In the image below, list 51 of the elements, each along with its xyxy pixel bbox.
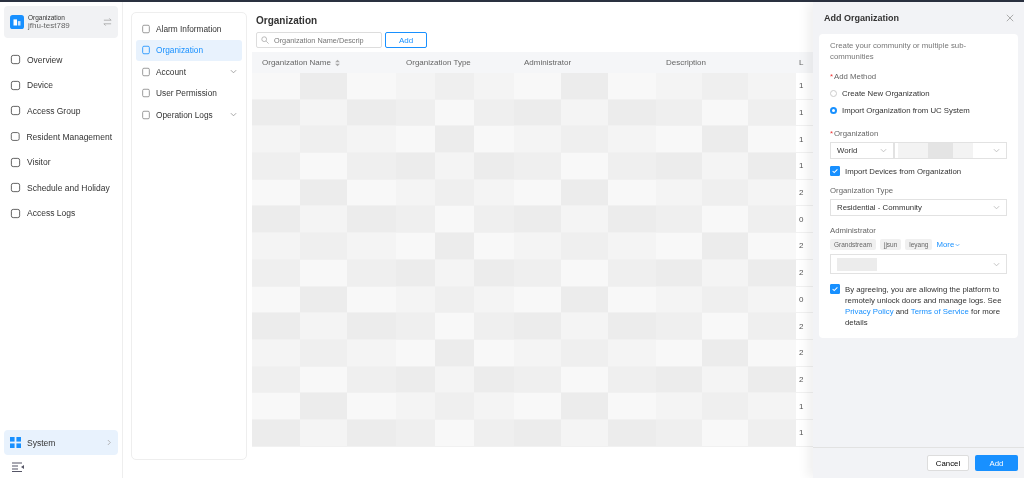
grid-icon	[10, 437, 21, 448]
nav-item[interactable]: Schedule and Holiday	[4, 174, 118, 201]
table-cell: 2	[799, 374, 804, 384]
chevron-down-icon	[993, 261, 1000, 267]
sort-icon[interactable]	[334, 58, 340, 67]
chevron-down-icon	[880, 148, 887, 153]
nav-item[interactable]: Resident Management	[4, 123, 118, 150]
submenu-item[interactable]: Alarm Information	[136, 18, 242, 40]
table-cell: 1	[799, 134, 804, 144]
nav-item[interactable]: Access Group	[4, 98, 118, 124]
table-cell: 2	[799, 188, 804, 198]
organization-select[interactable]	[894, 142, 1007, 159]
chevron-down-icon	[993, 148, 1000, 153]
column-header: Administrator	[524, 58, 572, 67]
checkbox[interactable]	[830, 166, 840, 176]
close-icon[interactable]	[1006, 14, 1014, 22]
submenu-item[interactable]: Account	[136, 61, 242, 83]
column-header: Organization Type	[406, 58, 471, 67]
chevron-down-icon	[993, 205, 1000, 210]
nav-item[interactable]: Overview	[4, 47, 118, 73]
table-cell: 1	[799, 81, 804, 91]
radio-button[interactable]	[830, 107, 837, 114]
organization-name: jfhu-test789	[28, 21, 71, 30]
collapse-menu-icon[interactable]	[12, 462, 24, 472]
building-icon	[10, 15, 24, 29]
table-cell: 1	[799, 428, 804, 438]
checkbox[interactable]	[830, 284, 840, 294]
chevron-down-icon	[955, 242, 961, 247]
table-cell: 1	[799, 161, 804, 171]
column-header: Description	[666, 58, 706, 67]
table-cell: 2	[799, 321, 804, 331]
table-cell: 2	[799, 241, 804, 251]
chevron-right-icon	[107, 439, 112, 446]
table-cell: 2	[799, 348, 804, 358]
swap-icon[interactable]	[103, 18, 112, 26]
table-cell: 1	[799, 108, 804, 118]
nav-item[interactable]: Visitor	[4, 149, 118, 175]
nav-item[interactable]: Device	[4, 72, 118, 99]
page-title: Organization	[256, 15, 318, 26]
table-cell: 1	[799, 401, 804, 411]
administrator-select[interactable]	[830, 254, 1007, 274]
system-nav-item[interactable]: System	[4, 430, 118, 455]
nav-item[interactable]: Access Logs	[4, 200, 118, 227]
submenu-item[interactable]: User Permission	[136, 82, 242, 104]
column-header[interactable]: Organization Name	[262, 58, 331, 67]
column-header: L	[799, 58, 804, 67]
table-cell: 2	[799, 268, 804, 278]
submenu-item[interactable]: Operation Logs	[136, 104, 242, 126]
drawer-title: Add Organization	[824, 13, 899, 23]
table-cell: 0	[799, 294, 804, 304]
table-cell: 0	[799, 214, 804, 224]
